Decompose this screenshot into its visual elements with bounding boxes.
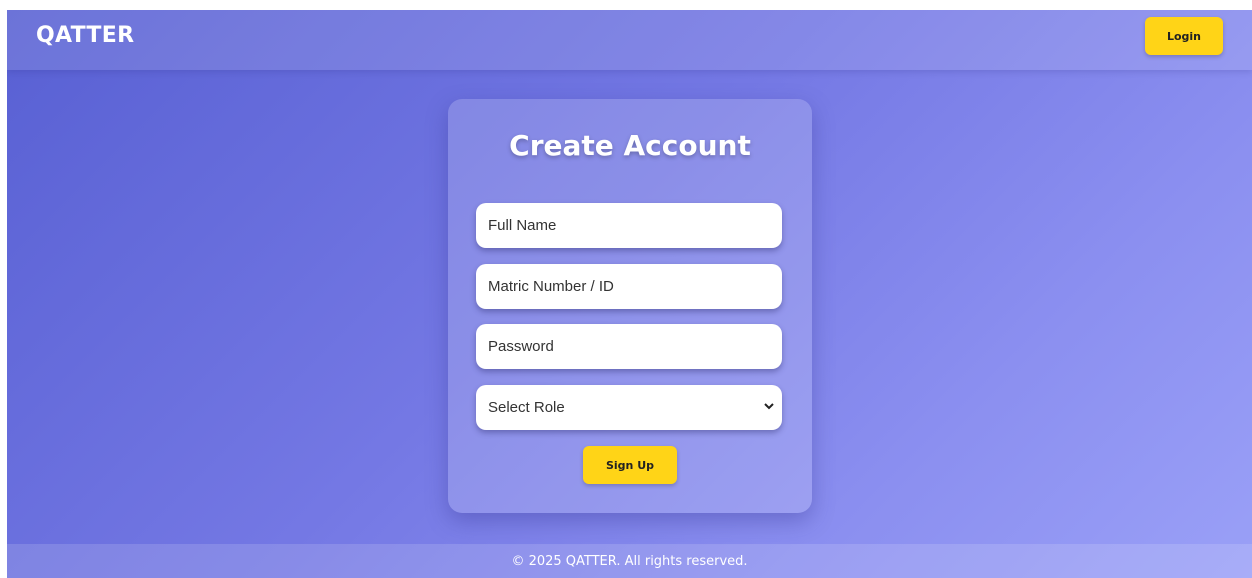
login-button[interactable]: Login (1145, 17, 1223, 55)
password-placeholder: Password (488, 338, 554, 355)
sign-up-button[interactable]: Sign Up (583, 446, 677, 484)
role-select[interactable]: Select Role (476, 385, 782, 430)
full-name-input[interactable]: Full Name (476, 203, 782, 248)
signup-card: Create Account Full Name Matric Number /… (448, 99, 812, 513)
password-input[interactable]: Password (476, 324, 782, 369)
footer: © 2025 QATTER. All rights reserved. (7, 544, 1252, 578)
copyright-text: © 2025 QATTER. All rights reserved. (511, 553, 748, 569)
page: QATTER Login Create Account Full Name Ma… (7, 10, 1252, 578)
matric-number-input[interactable]: Matric Number / ID (476, 264, 782, 309)
chevron-down-icon[interactable] (764, 398, 774, 413)
brand-logo[interactable]: QATTER (36, 23, 134, 48)
matric-number-placeholder: Matric Number / ID (488, 278, 614, 295)
form-title: Create Account (509, 129, 751, 162)
full-name-placeholder: Full Name (488, 217, 557, 234)
top-navbar: QATTER Login (7, 10, 1252, 70)
role-select-value: Select Role (488, 399, 565, 416)
